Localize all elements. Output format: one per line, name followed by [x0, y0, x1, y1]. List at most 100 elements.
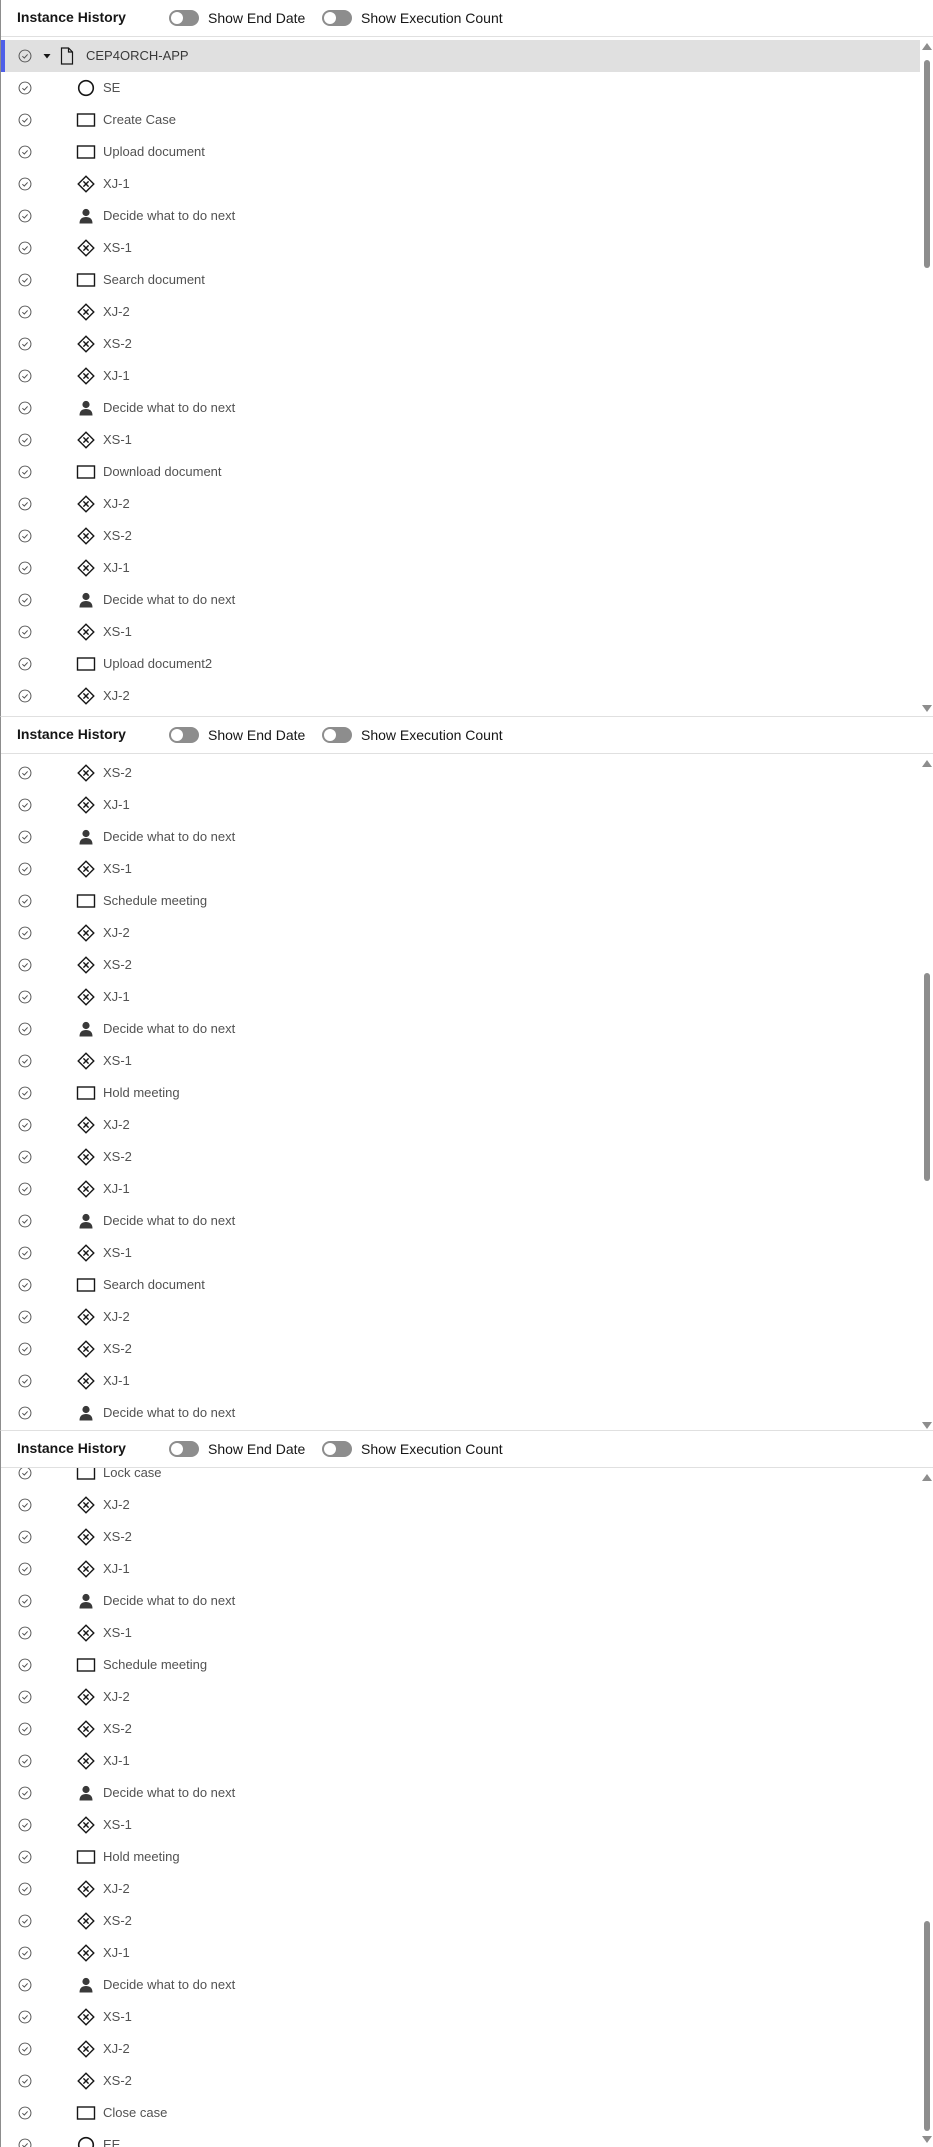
tree-row[interactable]: XS-1 — [1, 1809, 920, 1841]
vertical-scrollbar[interactable] — [920, 36, 933, 716]
scrollbar-thumb[interactable] — [924, 1921, 930, 2131]
scroll-down-icon[interactable] — [922, 1422, 932, 1429]
tree-row[interactable]: XS-2 — [1, 1521, 920, 1553]
tree-row[interactable]: XS-2 — [1, 949, 920, 981]
toggle-track[interactable] — [322, 727, 352, 743]
tree-row[interactable]: XS-1 — [1, 232, 920, 264]
tree-row[interactable]: Create Case — [1, 104, 920, 136]
toggle-track[interactable] — [322, 1441, 352, 1457]
tree-row[interactable]: XJ-2 — [1, 1873, 920, 1905]
tree-row[interactable]: XJ-2 — [1, 488, 920, 520]
tree-row[interactable]: XS-1 — [1, 1045, 920, 1077]
tree-row[interactable]: XJ-1 — [1, 552, 920, 584]
scroll-up-icon[interactable] — [922, 43, 932, 50]
toggle-track[interactable] — [169, 1441, 199, 1457]
user-icon — [79, 1405, 93, 1421]
tree-row[interactable]: Decide what to do next — [1, 1205, 920, 1237]
tree-row[interactable]: XJ-2 — [1, 1489, 920, 1521]
show-execution-count-toggle[interactable]: Show Execution Count — [322, 1439, 503, 1459]
tree-row[interactable]: Decide what to do next — [1, 1013, 920, 1045]
tree-row[interactable]: Decide what to do next — [1, 1585, 920, 1617]
tree-row[interactable]: Hold meeting — [1, 1841, 920, 1873]
tree-row[interactable]: XS-1 — [1, 853, 920, 885]
tree-row[interactable]: XJ-1 — [1, 1173, 920, 1205]
tree-row[interactable]: Hold meeting — [1, 1077, 920, 1109]
tree-row[interactable]: XS-1 — [1, 1617, 920, 1649]
tree-row[interactable]: EE — [1, 2129, 920, 2147]
tree-row[interactable]: Lock case — [1, 1467, 920, 1489]
tree-row[interactable]: XJ-1 — [1, 1937, 920, 1969]
tree-row[interactable]: SE — [1, 72, 920, 104]
tree-row[interactable]: XJ-1 — [1, 1553, 920, 1585]
toggle-track[interactable] — [169, 727, 199, 743]
tree-row[interactable]: Schedule meeting — [1, 1649, 920, 1681]
tree-row-label: XJ-1 — [103, 1753, 130, 1768]
tree-row[interactable]: XS-2 — [1, 520, 920, 552]
gateway-diamond-icon — [77, 1688, 95, 1706]
scroll-up-icon[interactable] — [922, 760, 932, 767]
tree-row[interactable]: Decide what to do next — [1, 821, 920, 853]
tree-row[interactable]: XJ-1 — [1, 981, 920, 1013]
tree-row-label: XS-2 — [103, 957, 132, 972]
tree-row[interactable]: Decide what to do next — [1, 1397, 920, 1429]
scrollbar-thumb[interactable] — [924, 60, 930, 268]
tree-row[interactable]: Schedule meeting — [1, 885, 920, 917]
tree-row[interactable]: XJ-2 — [1, 296, 920, 328]
scrollbar-thumb[interactable] — [924, 973, 930, 1181]
scroll-down-icon[interactable] — [922, 705, 932, 712]
tree-root-row[interactable]: CEP4ORCH-APP — [1, 40, 920, 72]
tree-row[interactable]: XJ-2 — [1, 1109, 920, 1141]
tree-row-label: XS-2 — [103, 1913, 132, 1928]
tree-row[interactable]: XS-1 — [1, 424, 920, 456]
tree-row[interactable]: XS-1 — [1, 2001, 920, 2033]
tree-row-label: Decide what to do next — [103, 1021, 236, 1036]
tree-row[interactable]: XS-2 — [1, 1141, 920, 1173]
tree-row[interactable]: Decide what to do next — [1, 1777, 920, 1809]
tree-row[interactable]: XS-1 — [1, 616, 920, 648]
tree-row[interactable]: XJ-2 — [1, 1681, 920, 1713]
tree-row[interactable]: Upload document — [1, 136, 920, 168]
show-end-date-toggle[interactable]: Show End Date — [169, 8, 305, 28]
tree-row[interactable]: XS-2 — [1, 1905, 920, 1937]
tree-row[interactable]: XJ-1 — [1, 789, 920, 821]
show-execution-count-toggle[interactable]: Show Execution Count — [322, 725, 503, 745]
tree-row[interactable]: Decide what to do next — [1, 392, 920, 424]
tree-row[interactable]: Decide what to do next — [1, 1969, 920, 2001]
show-execution-count-toggle[interactable]: Show Execution Count — [322, 8, 503, 28]
toggle-track[interactable] — [169, 10, 199, 26]
tree-row[interactable]: Search document — [1, 1269, 920, 1301]
tree-row[interactable]: XJ-2 — [1, 917, 920, 949]
scroll-down-icon[interactable] — [922, 2136, 932, 2143]
scroll-up-icon[interactable] — [922, 1474, 932, 1481]
tree-row[interactable]: XS-2 — [1, 328, 920, 360]
tree-row[interactable]: Close case — [1, 2097, 920, 2129]
tree-row[interactable]: Upload document2 — [1, 648, 920, 680]
tree-row[interactable]: XS-1 — [1, 1237, 920, 1269]
tree-row-label: XJ-1 — [103, 368, 130, 383]
check-circle-icon — [18, 1818, 32, 1832]
tree-row[interactable]: XJ-1 — [1, 360, 920, 392]
tree-row[interactable]: XS-2 — [1, 1333, 920, 1365]
tree-row[interactable]: XS-2 — [1, 2065, 920, 2097]
tree-row[interactable]: XJ-2 — [1, 1301, 920, 1333]
vertical-scrollbar[interactable] — [920, 753, 933, 1433]
toggle-track[interactable] — [322, 10, 352, 26]
tree-row[interactable]: XJ-1 — [1, 168, 920, 200]
panel-header: Instance History Show End Date Show Exec… — [1, 717, 933, 754]
tree-row[interactable]: XJ-2 — [1, 2033, 920, 2065]
tree-row[interactable]: XS-2 — [1, 1713, 920, 1745]
tree-row[interactable]: Decide what to do next — [1, 200, 920, 232]
tree-row[interactable]: Download document — [1, 456, 920, 488]
user-icon — [79, 592, 93, 608]
caret-down-icon[interactable] — [41, 50, 53, 62]
tree-row[interactable]: XS-2 — [1, 757, 920, 789]
show-end-date-toggle[interactable]: Show End Date — [169, 725, 305, 745]
show-end-date-toggle[interactable]: Show End Date — [169, 1439, 305, 1459]
tree-row[interactable]: XJ-1 — [1, 1745, 920, 1777]
tree-row[interactable]: XJ-2 — [1, 680, 920, 712]
tree-row[interactable]: Decide what to do next — [1, 584, 920, 616]
tree-row[interactable]: XJ-1 — [1, 1365, 920, 1397]
tree-row[interactable]: Search document — [1, 264, 920, 296]
vertical-scrollbar[interactable] — [920, 1467, 933, 2147]
tree-row-label: Decide what to do next — [103, 1213, 236, 1228]
